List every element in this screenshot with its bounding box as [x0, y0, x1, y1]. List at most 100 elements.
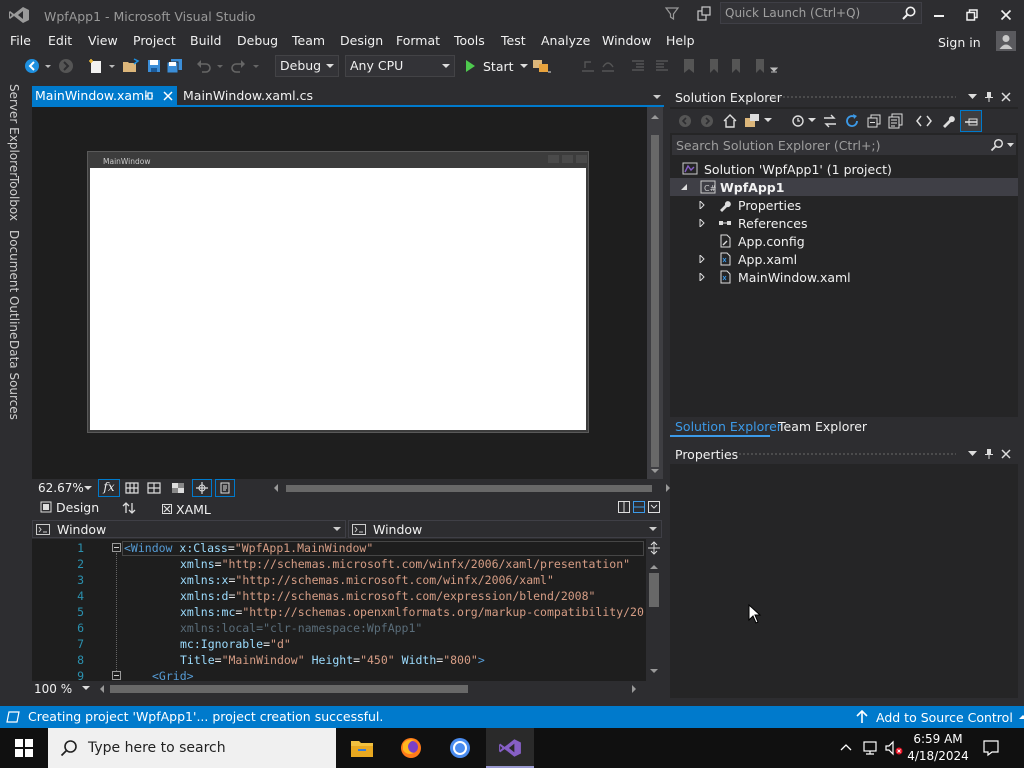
start-debugging-button[interactable]: Start — [463, 57, 528, 75]
new-dropdown-icon[interactable] — [108, 58, 116, 74]
save-icon[interactable] — [146, 58, 162, 74]
solution-configuration-select[interactable]: Debug — [275, 55, 339, 77]
view-code-icon[interactable] — [916, 113, 932, 129]
sign-in-link[interactable]: Sign in — [938, 35, 981, 50]
fx-effects-toggle[interactable]: fx — [98, 479, 120, 497]
designer-zoom-value[interactable]: 62.67% — [38, 481, 84, 495]
snap-gridlines-icon[interactable] — [147, 482, 161, 494]
solution-explorer-search[interactable] — [672, 135, 1016, 155]
search-options-dropdown-icon[interactable] — [1007, 143, 1014, 148]
close-window-button[interactable] — [991, 4, 1021, 26]
redo-dropdown-icon[interactable] — [252, 58, 260, 74]
member-navigation-select[interactable]: Window — [348, 520, 662, 538]
tree-item-project[interactable]: C# WpfApp1 — [680, 178, 784, 196]
solution-platform-select[interactable]: Any CPU — [345, 55, 455, 77]
menu-help[interactable]: Help — [666, 33, 695, 48]
file-explorer-taskbar-button[interactable] — [338, 728, 386, 768]
collapsed-arrow-icon[interactable] — [698, 273, 706, 281]
sync-with-active-document-icon[interactable] — [822, 113, 838, 129]
tree-item-app-xaml[interactable]: App.xaml — [698, 250, 797, 268]
close-tab-icon[interactable] — [163, 91, 173, 101]
open-file-icon[interactable] — [122, 58, 140, 74]
scroll-thumb[interactable] — [651, 135, 659, 467]
scroll-down-icon[interactable] — [651, 467, 659, 475]
menu-file[interactable]: File — [10, 33, 31, 48]
xaml-code-editor[interactable]: 123456789 <Window x:Class="WpfApp1.MainW… — [32, 539, 646, 681]
menu-team[interactable]: Team — [292, 33, 325, 48]
visual-studio-taskbar-button[interactable] — [486, 728, 534, 768]
code-line[interactable]: xmlns:local="clr-namespace:WpfApp1" — [180, 621, 422, 635]
step-into-icon[interactable] — [580, 58, 596, 74]
scroll-left-icon[interactable] — [98, 685, 106, 693]
scroll-thumb[interactable] — [110, 685, 468, 693]
restore-button[interactable] — [957, 4, 987, 26]
undo-dropdown-icon[interactable] — [216, 58, 224, 74]
show-hidden-icons-icon[interactable] — [840, 743, 852, 751]
tab-team-explorer[interactable]: Team Explorer — [778, 419, 867, 434]
editor-vertical-scrollbar[interactable] — [646, 539, 662, 681]
navigate-forward-icon[interactable] — [58, 58, 74, 74]
pin-icon[interactable] — [984, 91, 994, 103]
tab-mainwindow-xaml-cs[interactable]: MainWindow.xaml.cs — [183, 88, 313, 103]
tab-list-dropdown-icon[interactable] — [652, 93, 662, 101]
expanded-arrow-icon[interactable] — [680, 183, 688, 191]
designer-vertical-scrollbar[interactable] — [647, 107, 663, 479]
network-icon[interactable] — [862, 740, 880, 756]
previous-bookmark-icon[interactable] — [706, 58, 722, 74]
zoom-dropdown-icon[interactable] — [82, 686, 90, 692]
forward-icon[interactable] — [700, 114, 714, 128]
menu-design[interactable]: Design — [340, 33, 383, 48]
scroll-left-icon[interactable] — [272, 484, 280, 492]
tree-item-references[interactable]: References — [698, 214, 807, 232]
chrome-taskbar-button[interactable] — [436, 728, 484, 768]
collapsed-arrow-icon[interactable] — [698, 219, 706, 227]
menu-view[interactable]: View — [88, 33, 118, 48]
bookmark-icon[interactable] — [682, 58, 696, 74]
home-icon[interactable] — [722, 113, 738, 129]
menu-window[interactable]: Window — [602, 33, 651, 48]
close-panel-icon[interactable] — [1001, 92, 1011, 102]
designer-horizontal-scrollbar[interactable] — [272, 483, 672, 493]
navigate-back-icon[interactable] — [24, 58, 40, 74]
preview-selected-items-toggle[interactable] — [960, 110, 982, 132]
tree-item-properties[interactable]: Properties — [698, 196, 801, 214]
collapse-all-icon[interactable] — [866, 113, 882, 129]
zoom-dropdown-icon[interactable] — [84, 484, 92, 492]
tree-item-solution[interactable]: Solution 'WpfApp1' (1 project) — [682, 160, 892, 178]
feedback-icon[interactable] — [696, 6, 712, 22]
toolbox-tab[interactable]: Toolbox — [7, 176, 21, 221]
next-bookmark-icon[interactable] — [728, 58, 744, 74]
show-all-files-icon[interactable] — [888, 113, 904, 129]
scroll-right-icon[interactable] — [630, 685, 638, 693]
menu-project[interactable]: Project — [133, 33, 176, 48]
menu-format[interactable]: Format — [396, 33, 440, 48]
xaml-view-tab[interactable]: XAML — [162, 500, 211, 518]
notifications-filter-icon[interactable] — [664, 6, 680, 22]
data-sources-tab[interactable]: Data Sources — [7, 340, 21, 420]
quick-launch-box[interactable] — [720, 2, 922, 24]
search-icon[interactable] — [901, 5, 917, 21]
notifications-icon[interactable] — [982, 739, 1000, 757]
menu-analyze[interactable]: Analyze — [541, 33, 590, 48]
tab-solution-explorer[interactable]: Solution Explorer — [675, 419, 782, 434]
add-to-source-control-button[interactable]: Add to Source Control — [856, 709, 1024, 725]
switch-views-icon[interactable] — [744, 113, 760, 129]
window-position-dropdown-icon[interactable] — [968, 94, 977, 100]
collapse-region-icon[interactable] — [112, 543, 121, 552]
scroll-up-icon[interactable] — [651, 113, 659, 121]
code-line[interactable]: xmlns:mc="http://schemas.openxmlformats.… — [180, 605, 644, 619]
system-clock[interactable]: 6:59 AM 4/18/2024 — [906, 731, 970, 765]
save-all-icon[interactable] — [166, 58, 184, 74]
collapse-region-icon[interactable] — [112, 671, 121, 680]
start-button[interactable] — [0, 728, 48, 768]
tab-mainwindow-xaml[interactable]: MainWindow.xaml — [32, 86, 177, 106]
scroll-up-icon[interactable] — [650, 563, 658, 571]
collapsed-arrow-icon[interactable] — [698, 201, 706, 209]
server-explorer-tab[interactable]: Server Explorer — [7, 84, 21, 177]
code-line[interactable]: <Window x:Class="WpfApp1.MainWindow" — [124, 541, 373, 555]
indent-icon[interactable] — [654, 58, 670, 74]
solution-search-input[interactable] — [672, 135, 972, 155]
pin-icon[interactable] — [984, 448, 994, 460]
chevron-down-icon[interactable] — [808, 118, 816, 124]
clear-bookmarks-icon[interactable] — [752, 58, 768, 74]
